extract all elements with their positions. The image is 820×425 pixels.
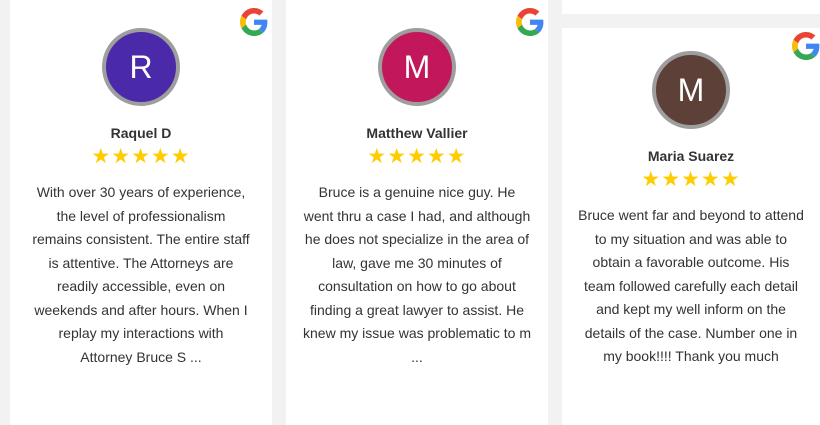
review-card: M Matthew Vallier ★★★★★ Bruce is a genui… [286,0,548,425]
avatar-initial: M [677,72,705,108]
star-rating: ★★★★★ [367,145,467,168]
avatar: M [378,28,456,106]
google-icon[interactable] [240,8,268,36]
google-icon[interactable] [516,8,544,36]
star-rating: ★★★★★ [91,145,191,168]
google-icon[interactable] [792,32,820,60]
review-card: M Maria Suarez ★★★★★ Bruce went far and … [562,28,820,425]
card-top-strip [562,0,820,14]
avatar: R [102,28,180,106]
star-rating: ★★★★★ [641,168,741,191]
reviewer-name: Maria Suarez [647,148,735,164]
avatar-initial: M [403,49,431,85]
review-text: Bruce went far and beyond to attend to m… [578,207,804,364]
reviewer-name: Raquel D [110,125,172,141]
avatar-initial: R [129,49,153,85]
review-card: R Raquel D ★★★★★ With over 30 years of e… [10,0,272,425]
review-text: With over 30 years of experience, the le… [32,184,250,365]
review-text: Bruce is a genuine nice guy. He went thr… [303,184,531,365]
reviewer-name: Matthew Vallier [366,125,468,141]
avatar: M [652,51,730,129]
